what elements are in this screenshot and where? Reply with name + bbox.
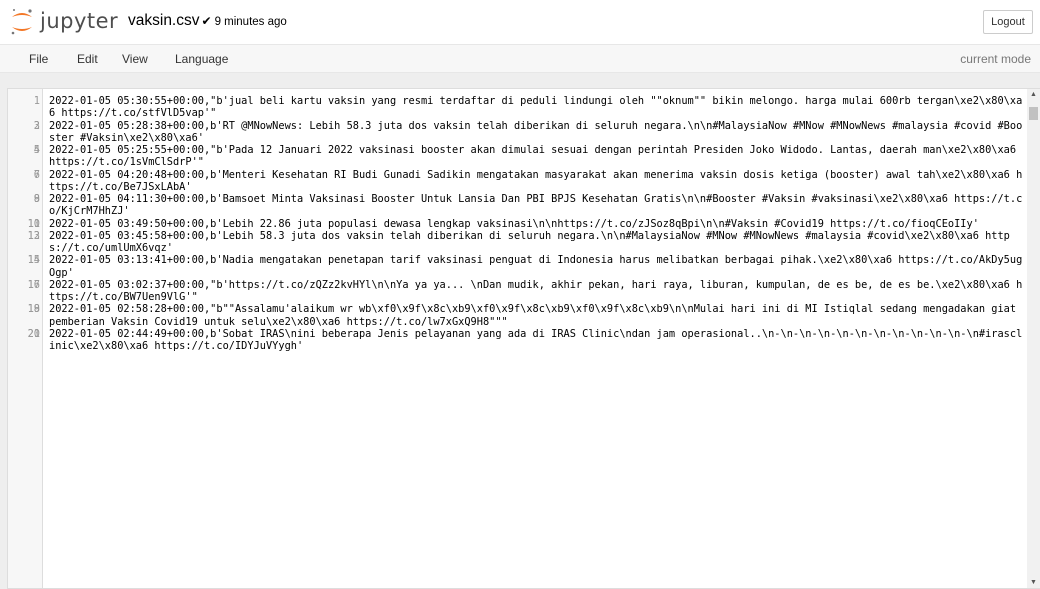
- line-number: 17: [27, 278, 40, 291]
- line-text: 2022-01-05 02:58:28+00:00,"b""Assalamu'a…: [49, 303, 1023, 328]
- code-line[interactable]: 1 2022-01-05 05:30:55+00:00,"b'jual beli …: [8, 95, 1026, 120]
- line-text: 2022-01-05 03:45:58+00:00,b'Lebih 58.3 j…: [49, 229, 1010, 254]
- scroll-up-arrow-icon[interactable]: ▲: [1027, 91, 1040, 98]
- line-number: 19: [27, 303, 40, 316]
- code-line[interactable]: 17 2022-01-05 03:02:37+00:00,"b'https://t…: [8, 279, 1026, 304]
- line-text: 2022-01-05 05:30:55+00:00,"b'jual beli k…: [49, 95, 1023, 120]
- file-title[interactable]: vaksin.csv ✔ 9 minutes ago: [128, 12, 287, 30]
- code-line[interactable]: 13 2022-01-05 03:45:58+00:00,b'Lebih 58.3…: [8, 230, 1026, 255]
- scrollbar-thumb[interactable]: [1029, 107, 1038, 120]
- line-text: 2022-01-05 03:13:41+00:00,b'Nadia mengat…: [49, 254, 1023, 279]
- line-number: 13: [27, 229, 40, 242]
- line-text: 2022-01-05 02:44:49+00:00,b'Sobat IRAS\n…: [49, 327, 1023, 352]
- code-line[interactable]: 7 2022-01-05 04:20:48+00:00,b'Menteri Kes…: [8, 169, 1026, 194]
- line-number: 21: [27, 327, 40, 340]
- code-line[interactable]: 19 2022-01-05 02:58:28+00:00,"b""Assalamu…: [8, 303, 1026, 328]
- line-number: 5: [33, 144, 40, 156]
- line-number: 15: [27, 254, 40, 267]
- code-line[interactable]: 15 2022-01-05 03:13:41+00:00,b'Nadia meng…: [8, 254, 1026, 279]
- line-text: 2022-01-05 03:02:37+00:00,"b'https://t.c…: [49, 278, 1023, 303]
- saved-check-icon: ✔: [201, 14, 212, 28]
- line-number: 1: [33, 95, 40, 107]
- line-number: 3: [33, 119, 40, 132]
- jupyter-logo-icon: [11, 9, 32, 35]
- header: jupyter vaksin.csv ✔ 9 minutes ago Logout: [0, 0, 1040, 44]
- code-line[interactable]: 3 2022-01-05 05:28:38+00:00,b'RT @MNowNew…: [8, 120, 1026, 145]
- code-lines[interactable]: 1 2022-01-05 05:30:55+00:00,"b'jual beli …: [8, 95, 1026, 352]
- code-line[interactable]: 5 2022-01-05 05:25:55+00:00,"b'Pada 12 Ja…: [8, 144, 1026, 169]
- jupyter-logo[interactable]: jupyter: [10, 7, 135, 37]
- line-text: 2022-01-05 03:49:50+00:00,b'Lebih 22.86 …: [49, 217, 979, 230]
- scroll-down-arrow-icon[interactable]: ▼: [1027, 579, 1040, 586]
- menu-language[interactable]: Language: [175, 52, 228, 66]
- line-number: 7: [33, 168, 40, 181]
- menu-edit[interactable]: Edit: [77, 52, 98, 66]
- code-line[interactable]: 9 2022-01-05 04:11:30+00:00,b'Bamsoet Min…: [8, 193, 1026, 218]
- line-number: 11: [27, 217, 40, 230]
- line-number: 9: [33, 193, 40, 205]
- vertical-scrollbar[interactable]: ▲ ▼: [1027, 89, 1040, 588]
- filename-text: vaksin.csv: [128, 12, 200, 29]
- logout-button[interactable]: Logout: [983, 10, 1033, 34]
- last-modified-text: 9 minutes ago: [214, 16, 287, 28]
- menubar: File Edit View Language current mode: [0, 44, 1040, 73]
- code-line[interactable]: 21 2022-01-05 02:44:49+00:00,b'Sobat IRAS…: [8, 328, 1026, 353]
- line-text: 2022-01-05 04:11:30+00:00,b'Bamsoet Mint…: [49, 193, 1023, 218]
- menu-file[interactable]: File: [29, 52, 48, 66]
- line-text: 2022-01-05 05:28:38+00:00,b'RT @MNowNews…: [49, 119, 1023, 144]
- jupyter-logo-text: jupyter: [40, 9, 119, 33]
- menu-view[interactable]: View: [122, 52, 148, 66]
- mode-indicator: current mode: [960, 52, 1031, 66]
- code-line[interactable]: 11 2022-01-05 03:49:50+00:00,b'Lebih 22.8…: [8, 218, 1026, 230]
- text-editor[interactable]: 1 2022-01-05 05:30:55+00:00,"b'jual beli …: [7, 88, 1040, 589]
- line-text: 2022-01-05 04:20:48+00:00,b'Menteri Kese…: [49, 168, 1023, 193]
- line-text: 2022-01-05 05:25:55+00:00,"b'Pada 12 Jan…: [49, 144, 1023, 169]
